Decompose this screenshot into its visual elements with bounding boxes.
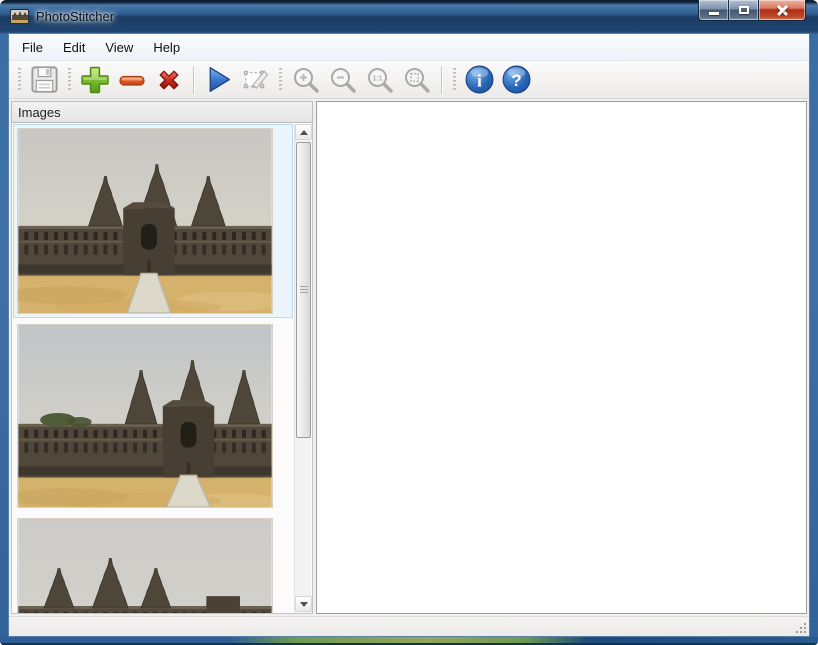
client-area: File Edit View Help bbox=[8, 33, 810, 637]
green-plus-icon bbox=[79, 64, 111, 96]
panorama-photo-icon bbox=[11, 10, 29, 24]
maximize-icon bbox=[739, 6, 749, 14]
maximize-button[interactable] bbox=[729, 0, 758, 21]
blue-play-icon bbox=[202, 63, 235, 96]
angkor-wat-photo-2[interactable] bbox=[13, 320, 293, 512]
image-list bbox=[11, 123, 313, 614]
minimize-button[interactable] bbox=[698, 0, 729, 21]
toolbar-gripper bbox=[453, 68, 456, 92]
angkor-wat-photo-3[interactable] bbox=[13, 514, 293, 613]
window-title: PhotoStitcher bbox=[36, 9, 114, 24]
toolbar-separator bbox=[193, 66, 194, 94]
minimize-icon bbox=[709, 12, 719, 15]
content-area: Images bbox=[9, 99, 809, 616]
svg-text:i: i bbox=[477, 71, 482, 91]
info-button[interactable]: i bbox=[461, 63, 498, 97]
menu-view[interactable]: View bbox=[95, 36, 143, 59]
angkor-wat-photo-1[interactable] bbox=[13, 124, 293, 318]
arrow-up-icon bbox=[300, 130, 308, 135]
close-button[interactable] bbox=[758, 0, 806, 21]
toolbar-gripper bbox=[18, 68, 21, 92]
crop-pen-icon bbox=[240, 64, 271, 95]
vertical-scrollbar[interactable] bbox=[294, 124, 311, 612]
zoom-out-button[interactable] bbox=[324, 63, 361, 97]
scrollbar-grip-icon bbox=[300, 286, 308, 294]
toolbar-separator bbox=[441, 66, 442, 94]
info-icon: i bbox=[464, 64, 495, 95]
zoom-1to1-icon: 1:1 bbox=[365, 65, 395, 95]
status-bar bbox=[9, 616, 809, 636]
help-button[interactable]: ? bbox=[498, 63, 535, 97]
images-panel-header: Images bbox=[11, 101, 313, 123]
toolbar-gripper bbox=[279, 68, 282, 92]
stitch-preview-canvas bbox=[316, 101, 807, 614]
zoom-in-icon bbox=[291, 65, 321, 95]
orange-minus-icon bbox=[116, 64, 148, 96]
zoom-fit-button[interactable] bbox=[398, 63, 435, 97]
svg-text:1:1: 1:1 bbox=[372, 75, 382, 82]
window-titlebar[interactable]: PhotoStitcher bbox=[0, 0, 818, 33]
floppy-disk-icon bbox=[29, 64, 60, 95]
app-icon[interactable] bbox=[10, 9, 29, 24]
photostitcher-window: PhotoStitcher File Edit View Help bbox=[0, 0, 818, 645]
zoom-actual-button[interactable]: 1:1 bbox=[361, 63, 398, 97]
menu-file[interactable]: File bbox=[12, 36, 53, 59]
menu-help[interactable]: Help bbox=[143, 36, 190, 59]
close-icon bbox=[776, 4, 789, 17]
svg-text:?: ? bbox=[511, 71, 521, 90]
thumbnail-list bbox=[12, 123, 294, 613]
zoom-fit-icon bbox=[402, 65, 432, 95]
images-panel: Images bbox=[11, 101, 313, 614]
red-x-icon bbox=[153, 64, 185, 96]
help-icon: ? bbox=[501, 64, 532, 95]
zoom-out-icon bbox=[328, 65, 358, 95]
window-controls bbox=[698, 0, 806, 21]
delete-images-button[interactable] bbox=[150, 63, 187, 97]
crop-button[interactable] bbox=[237, 63, 274, 97]
menu-edit[interactable]: Edit bbox=[53, 36, 95, 59]
scrollbar-thumb[interactable] bbox=[296, 142, 311, 438]
zoom-in-button[interactable] bbox=[287, 63, 324, 97]
save-button[interactable] bbox=[26, 63, 63, 97]
scroll-down-button[interactable] bbox=[295, 596, 312, 612]
toolbar: 1:1 i bbox=[9, 61, 809, 99]
stitch-button[interactable] bbox=[200, 63, 237, 97]
arrow-down-icon bbox=[300, 602, 308, 607]
toolbar-gripper bbox=[68, 68, 71, 92]
menu-bar: File Edit View Help bbox=[9, 34, 809, 61]
scroll-up-button[interactable] bbox=[295, 124, 312, 140]
remove-image-button[interactable] bbox=[113, 63, 150, 97]
add-images-button[interactable] bbox=[76, 63, 113, 97]
